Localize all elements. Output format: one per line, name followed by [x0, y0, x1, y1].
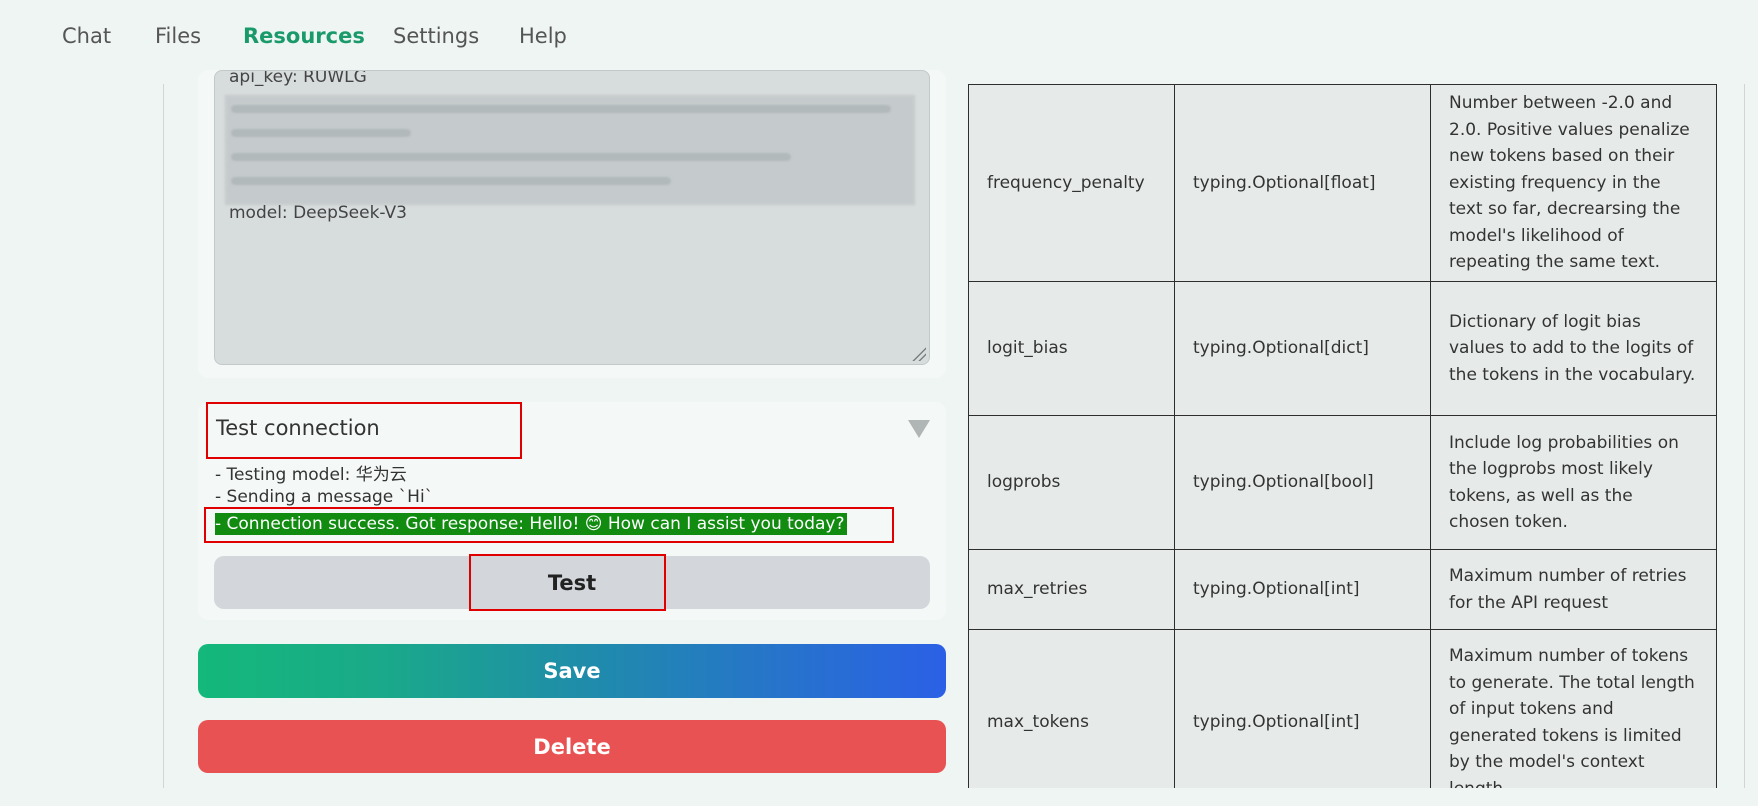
param-type: typing.Optional[bool] [1174, 415, 1431, 550]
resize-handle-icon[interactable] [912, 347, 926, 361]
param-type: typing.Optional[float] [1174, 84, 1431, 282]
nav-files[interactable]: Files [155, 24, 201, 48]
log-line-sending-message: - Sending a message `Hi` [215, 487, 434, 507]
collapse-triangle-icon[interactable] [908, 420, 930, 438]
params-table: frequency_penalty typing.Optional[float]… [968, 84, 1717, 788]
save-button[interactable]: Save [198, 644, 946, 698]
log-line-testing-model: - Testing model: 华为云 [215, 465, 407, 485]
param-type: typing.Optional[int] [1174, 549, 1431, 630]
config-line-api-key: api_key: RUWLG [229, 70, 367, 87]
table-row: frequency_penalty typing.Optional[float]… [968, 84, 1717, 282]
param-description: Maximum number of tokens to generate. Th… [1430, 629, 1717, 788]
params-table-viewport: frequency_penalty typing.Optional[float]… [968, 84, 1720, 788]
table-row: max_retries typing.Optional[int] Maximum… [968, 549, 1717, 630]
nav-resources[interactable]: Resources [243, 24, 365, 48]
highlight-box-success [204, 507, 894, 543]
nav-help[interactable]: Help [519, 24, 567, 48]
param-name: frequency_penalty [968, 84, 1175, 282]
param-name: max_retries [968, 549, 1175, 630]
table-row: logprobs typing.Optional[bool] Include l… [968, 415, 1717, 550]
param-description: Number between -2.0 and 2.0. Positive va… [1430, 84, 1717, 282]
param-type: typing.Optional[int] [1174, 629, 1431, 788]
param-name: max_tokens [968, 629, 1175, 788]
config-line-model: model: DeepSeek-V3 [229, 203, 408, 223]
param-description: Include log probabilities on the logprob… [1430, 415, 1717, 550]
delete-button[interactable]: Delete [198, 720, 946, 773]
param-name: logit_bias [968, 281, 1175, 416]
table-row: logit_bias typing.Optional[dict] Diction… [968, 281, 1717, 416]
param-name: logprobs [968, 415, 1175, 550]
param-description: Dictionary of logit bias values to add t… [1430, 281, 1717, 416]
param-type: typing.Optional[dict] [1174, 281, 1431, 416]
config-textarea[interactable]: api_key: RUWLG model: DeepSeek-V3 [214, 70, 930, 365]
highlight-box-title [206, 402, 522, 459]
bottom-strip [0, 788, 1758, 806]
nav-settings[interactable]: Settings [393, 24, 479, 48]
redacted-config-block [225, 95, 915, 205]
table-row: max_tokens typing.Optional[int] Maximum … [968, 629, 1717, 788]
highlight-box-test-button [469, 554, 666, 611]
nav-chat[interactable]: Chat [62, 24, 111, 48]
param-description: Maximum number of retries for the API re… [1430, 549, 1717, 630]
